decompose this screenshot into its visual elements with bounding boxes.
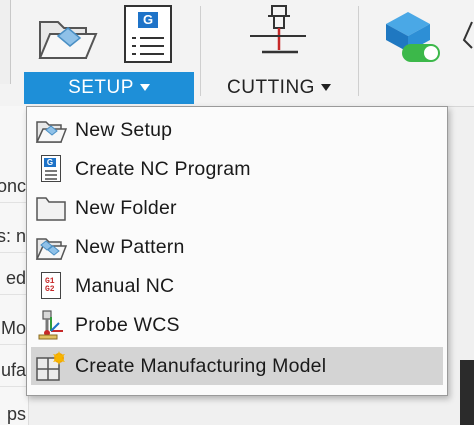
browser-row[interactable]: Mo bbox=[0, 310, 28, 345]
menu-item-new-setup[interactable]: New Setup bbox=[31, 111, 443, 149]
folder-icon bbox=[35, 192, 67, 224]
setup-dropdown-menu: New Setup G Create NC Program New Folder bbox=[26, 106, 448, 396]
menu-item-create-manufacturing-model[interactable]: Create Manufacturing Model bbox=[31, 347, 443, 385]
menu-item-label: New Setup bbox=[75, 118, 173, 141]
nc-program-icon: G bbox=[35, 153, 67, 185]
browser-row[interactable]: s: n bbox=[0, 218, 28, 253]
menu-item-manual-nc[interactable]: G1 G2 Manual NC bbox=[31, 267, 443, 305]
browser-row-text: ufa bbox=[0, 360, 26, 380]
manual-nc-glyph-2: G2 bbox=[45, 285, 55, 294]
toolbar-left-edge bbox=[0, 0, 11, 84]
menu-item-new-folder[interactable]: New Folder bbox=[31, 189, 443, 227]
manufacturing-model-icon bbox=[35, 350, 67, 382]
browser-row-text: ed bbox=[5, 268, 26, 288]
nc-program-toolbar-icon[interactable]: G bbox=[122, 4, 174, 64]
menu-item-new-pattern[interactable]: New Pattern bbox=[31, 228, 443, 266]
tab-cutting-label: CUTTING bbox=[227, 77, 315, 98]
probe-icon bbox=[35, 309, 67, 341]
tab-setup[interactable]: SETUP bbox=[24, 72, 194, 104]
menu-item-label: Create NC Program bbox=[75, 157, 251, 180]
browser-panel: onc s: n ed Mo ufa ps bbox=[0, 106, 29, 425]
browser-row-text: ps bbox=[6, 404, 26, 424]
menu-item-label: Create Manufacturing Model bbox=[75, 354, 327, 377]
manufacturing-model-toolbar-icon[interactable] bbox=[380, 6, 444, 64]
menu-item-label: New Folder bbox=[75, 196, 177, 219]
folder-open-icon bbox=[35, 114, 68, 146]
browser-row[interactable]: ed bbox=[0, 260, 28, 295]
new-setup-toolbar-icon[interactable] bbox=[36, 8, 98, 62]
browser-row-text: s: n bbox=[0, 226, 26, 246]
chevron-down-icon bbox=[139, 83, 150, 91]
menu-item-label: Manual NC bbox=[75, 274, 175, 297]
browser-row-text: Mo bbox=[0, 318, 26, 338]
canvas-edge bbox=[460, 360, 474, 425]
pattern-folder-icon bbox=[35, 231, 68, 263]
menu-item-probe-wcs[interactable]: Probe WCS bbox=[31, 306, 443, 344]
manual-nc-icon: G1 G2 bbox=[35, 270, 67, 302]
machine-spindle-icon bbox=[250, 5, 306, 54]
browser-row[interactable]: ufa bbox=[0, 352, 28, 387]
toolbar: G SETUP CUTTING bbox=[0, 0, 474, 107]
folder-open-icon bbox=[38, 21, 98, 59]
menu-item-label: New Pattern bbox=[75, 235, 185, 258]
menu-item-create-nc-program[interactable]: G Create NC Program bbox=[31, 150, 443, 188]
model-toggle-icon bbox=[386, 12, 440, 62]
tab-setup-label: SETUP bbox=[68, 77, 134, 98]
chevron-down-icon bbox=[320, 83, 331, 91]
tab-cutting[interactable]: CUTTING bbox=[218, 72, 340, 104]
browser-row[interactable]: ps bbox=[0, 396, 28, 425]
browser-row[interactable]: onc bbox=[0, 168, 28, 203]
toolbar-edge-icon bbox=[458, 20, 474, 50]
menu-item-label: Probe WCS bbox=[75, 313, 180, 336]
cutting-toolbar-icon[interactable] bbox=[248, 4, 308, 66]
toolbar-separator bbox=[358, 6, 359, 96]
toolbar-separator bbox=[200, 6, 201, 96]
nc-program-glyph: G bbox=[142, 12, 154, 27]
browser-row-text: onc bbox=[0, 176, 26, 196]
